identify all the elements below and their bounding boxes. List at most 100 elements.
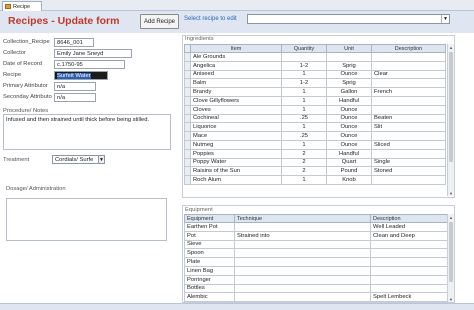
ingredient-unit-cell[interactable]: Ounce [326, 139, 372, 150]
equipment-description-cell[interactable] [370, 239, 448, 250]
ingredient-description-cell[interactable] [371, 148, 446, 159]
equipment-name-cell[interactable]: Alembic [184, 292, 235, 303]
ingredient-quantity-cell[interactable]: 1 [281, 69, 327, 80]
column-header[interactable]: Unit [326, 44, 372, 53]
primary-attributor-field[interactable]: n/a [54, 82, 96, 91]
collector-field[interactable]: Emily Jane Sneyd [54, 49, 132, 58]
ingredient-description-cell[interactable]: Single [371, 157, 446, 168]
ingredient-unit-cell[interactable]: Quart [326, 157, 372, 168]
ingredient-item-cell[interactable]: Cochineal [190, 113, 282, 124]
collection-recipe-field[interactable]: 8646_001 [54, 38, 94, 47]
table-row[interactable]: Linen Bag [184, 265, 448, 276]
equipment-description-cell[interactable]: Spelt Lembeck [370, 292, 448, 303]
ingredient-item-cell[interactable]: Angelica [190, 60, 282, 71]
scroll-down-icon[interactable]: ▼ [448, 296, 454, 302]
ingredient-item-cell[interactable]: Raisins of the Sun [190, 166, 282, 177]
equipment-description-cell[interactable] [370, 274, 448, 285]
table-row[interactable]: Brandy 1 Gallon French [184, 87, 446, 97]
ingredient-quantity-cell[interactable] [281, 52, 327, 62]
add-recipe-button[interactable]: Add Recipe [140, 14, 179, 29]
ingredient-item-cell[interactable]: Nutmeg [190, 139, 282, 150]
ingredient-description-cell[interactable]: Stoned [371, 166, 446, 177]
ingredient-quantity-cell[interactable]: 1 [281, 104, 327, 115]
ingredient-description-cell[interactable]: Sliced [371, 139, 446, 150]
equipment-description-cell[interactable] [370, 248, 448, 259]
ingredients-scrollbar[interactable]: ▲ ▼ [447, 44, 454, 196]
ingredient-unit-cell[interactable]: Ounce [326, 69, 372, 80]
scroll-thumb[interactable] [449, 222, 453, 282]
ingredient-item-cell[interactable]: Roch Alum [190, 175, 282, 185]
table-row[interactable]: Aniseed 1 Ounce Clear [184, 69, 446, 80]
ingredient-unit-cell[interactable]: Sprig [326, 78, 372, 89]
ingredient-description-cell[interactable] [371, 78, 446, 89]
equipment-technique-cell[interactable] [234, 239, 371, 250]
ingredient-unit-cell[interactable]: Ounce [326, 104, 372, 115]
equipment-description-cell[interactable]: Clean and Deep [370, 230, 448, 241]
ingredient-description-cell[interactable] [371, 104, 446, 115]
dosage-textarea[interactable] [6, 198, 167, 241]
ingredient-quantity-cell[interactable]: 1 [281, 122, 327, 133]
table-row[interactable]: Pot Strained into Clean and Deep [184, 230, 448, 241]
table-row[interactable]: Poppy Water 2 Quart Single [184, 157, 446, 168]
ingredient-item-cell[interactable]: Mace [190, 131, 282, 141]
ingredient-description-cell[interactable] [371, 52, 446, 62]
ingredient-quantity-cell[interactable]: .25 [281, 131, 327, 141]
equipment-description-cell[interactable] [370, 283, 448, 294]
ingredient-quantity-cell[interactable]: 2 [281, 166, 327, 177]
ingredient-quantity-cell[interactable]: 1-2 [281, 60, 327, 71]
equipment-name-cell[interactable]: Sieve [184, 239, 235, 250]
chevron-down-icon[interactable]: ▼ [441, 15, 449, 23]
ingredient-item-cell[interactable]: Aniseed [190, 69, 282, 80]
ingredient-item-cell[interactable]: Poppies [190, 148, 282, 159]
equipment-technique-cell[interactable] [234, 274, 371, 285]
column-header[interactable]: Description [370, 214, 448, 223]
table-row[interactable]: Sieve [184, 239, 448, 250]
secondary-attributor-field[interactable]: n/a [54, 93, 96, 102]
chevron-down-icon[interactable]: ▼ [98, 155, 105, 164]
equipment-technique-cell[interactable] [234, 257, 371, 267]
table-row[interactable]: Nutmeg 1 Ounce Sliced [184, 139, 446, 150]
table-row[interactable]: Cochineal .25 Ounce Beaten [184, 113, 446, 124]
scroll-thumb[interactable] [449, 52, 453, 162]
ingredient-unit-cell[interactable]: Ounce [326, 122, 372, 133]
equipment-technique-cell[interactable]: Strained into [234, 230, 371, 241]
table-row[interactable]: Clove Gillyflowers 1 Handful [184, 95, 446, 106]
ingredient-quantity-cell[interactable]: 1 [281, 95, 327, 106]
ingredient-item-cell[interactable]: Clove Gillyflowers [190, 95, 282, 106]
equipment-technique-cell[interactable] [234, 222, 371, 232]
ingredient-description-cell[interactable] [371, 175, 446, 185]
equipment-name-cell[interactable]: Pot [184, 230, 235, 241]
table-row[interactable]: Balm 1-2 Sprig [184, 78, 446, 89]
equipment-technique-cell[interactable] [234, 248, 371, 259]
equipment-technique-cell[interactable] [234, 283, 371, 294]
table-row[interactable]: Cloves 1 Ounce [184, 104, 446, 115]
ingredient-description-cell[interactable]: Slit [371, 122, 446, 133]
ingredient-item-cell[interactable]: Balm [190, 78, 282, 89]
ingredient-description-cell[interactable] [371, 95, 446, 106]
table-row[interactable]: Liquorice 1 Ounce Slit [184, 122, 446, 133]
date-of-record-field[interactable]: c.1750-95 [54, 60, 125, 69]
equipment-description-cell[interactable]: Well Leaded [370, 222, 448, 232]
ingredient-unit-cell[interactable]: Ounce [326, 113, 372, 124]
table-row[interactable]: Spoon [184, 248, 448, 259]
ingredient-quantity-cell[interactable]: 1 [281, 175, 327, 185]
ingredient-quantity-cell[interactable]: .25 [281, 113, 327, 124]
ingredient-unit-cell[interactable]: Handful [326, 148, 372, 159]
table-row[interactable]: Poppies 2 Handful [184, 148, 446, 159]
equipment-scrollbar[interactable]: ▲ ▼ [447, 214, 454, 302]
ingredient-unit-cell[interactable]: Knob [326, 175, 372, 185]
equipment-technique-cell[interactable] [234, 292, 371, 303]
ingredient-item-cell[interactable]: Ale Grounds [190, 52, 282, 62]
scroll-up-icon[interactable]: ▲ [448, 214, 454, 220]
equipment-description-cell[interactable] [370, 257, 448, 267]
equipment-name-cell[interactable]: Porringer [184, 274, 235, 285]
tab-recipe[interactable]: Recipe [2, 1, 42, 11]
procedure-textarea[interactable]: Infused and then strained until thick be… [3, 114, 171, 150]
ingredient-quantity-cell[interactable]: 2 [281, 157, 327, 168]
equipment-name-cell[interactable]: Linen Bag [184, 265, 235, 276]
ingredient-item-cell[interactable]: Poppy Water [190, 157, 282, 168]
equipment-name-cell[interactable]: Plate [184, 257, 235, 267]
equipment-description-cell[interactable] [370, 265, 448, 276]
ingredient-item-cell[interactable]: Liquorice [190, 122, 282, 133]
ingredient-description-cell[interactable]: Beaten [371, 113, 446, 124]
